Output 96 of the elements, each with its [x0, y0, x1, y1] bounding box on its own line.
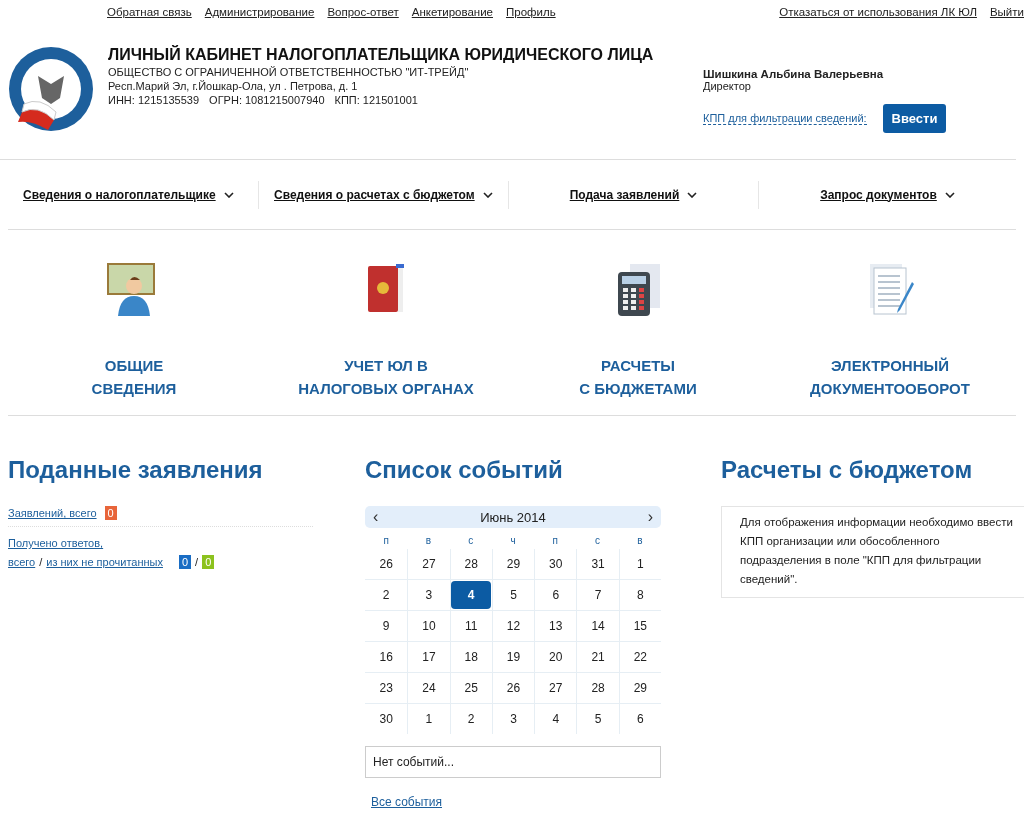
company-name: ОБЩЕСТВО С ОГРАНИЧЕННОЙ ОТВЕТСТВЕННОСТЬЮ "ИТ-ТРЕЙД": [108, 66, 470, 78]
company-id: ОГРН: 1081215007940: [209, 94, 325, 106]
calendar-day[interactable]: 6: [552, 588, 560, 602]
section-link[interactable]: РАСЧЕТЫ С БЮДЖЕТАМИ: [512, 230, 764, 415]
calendar-month: Июнь 2014: [480, 509, 546, 525]
calendar-day[interactable]: 12: [506, 619, 521, 633]
info-message: Для отображения информации необходимо ввести КПП организации или обособленного подразделения в поле "КПП для фильтрации сведений".: [739, 515, 1014, 587]
chevron-down-icon: [482, 191, 493, 198]
calendar-day[interactable]: 31: [591, 557, 605, 571]
top-link[interactable]: Профиль: [506, 6, 556, 28]
calendar-day[interactable]: 17: [422, 650, 436, 664]
calendar-day[interactable]: 15: [633, 619, 647, 633]
weekday-label: п: [382, 534, 390, 548]
section-heading: Список событий: [365, 456, 564, 484]
kpp-filter-link[interactable]: КПП для фильтрации сведений:: [703, 112, 867, 125]
user-role: Директор: [703, 80, 752, 92]
weekday-label: п: [551, 534, 559, 548]
answers-total-link[interactable]: всего: [8, 556, 36, 568]
answers-link[interactable]: Получено ответов,: [8, 537, 104, 549]
calendar-day[interactable]: 27: [549, 681, 563, 695]
applications-total-link[interactable]: Заявлений, всего: [8, 507, 97, 519]
calendar-day[interactable]: 30: [549, 557, 563, 571]
weekday-label: ч: [509, 534, 517, 548]
calendar-day[interactable]: 8: [637, 588, 644, 602]
top-link[interactable]: Отказаться от использования ЛК ЮЛ: [779, 6, 977, 28]
calendar-day[interactable]: 5: [510, 588, 517, 602]
enter-button[interactable]: Ввести: [882, 104, 947, 133]
company-address: Респ.Марий Эл, г.Йошкар-Ола, ул . Петрова, д. 1: [108, 80, 359, 92]
calendar-day[interactable]: 9: [382, 619, 390, 633]
calendar-day[interactable]: 10: [422, 619, 436, 633]
calendar-day[interactable]: 3: [425, 588, 433, 602]
calendar-day[interactable]: 5: [594, 712, 602, 726]
calendar-day[interactable]: 11: [464, 619, 478, 633]
weekday-label: в: [636, 534, 644, 548]
count-badge: 0: [104, 506, 117, 520]
calendar-day[interactable]: 26: [379, 557, 393, 571]
top-link[interactable]: Анкетирование: [411, 6, 493, 28]
nav-menu-item[interactable]: Подача заявлений: [508, 180, 758, 209]
top-link[interactable]: Администрирование: [204, 6, 315, 28]
calendar-day[interactable]: 1: [425, 712, 433, 726]
separator-slash: /: [195, 556, 199, 568]
company-id: КПП: 121501001: [334, 94, 418, 106]
calendar-day[interactable]: 4: [552, 712, 560, 726]
calendar-day[interactable]: 7: [594, 588, 602, 602]
count-badge: 0: [202, 555, 215, 569]
calendar-day[interactable]: 26: [506, 681, 521, 695]
calendar-day[interactable]: 29: [506, 557, 521, 571]
calendar-day[interactable]: 4: [451, 581, 492, 609]
calendar-day[interactable]: 20: [549, 650, 563, 664]
calendar-day[interactable]: 25: [464, 681, 478, 695]
calendar-day[interactable]: 3: [510, 712, 517, 726]
calendar-day[interactable]: 24: [422, 681, 436, 695]
calendar-day[interactable]: 30: [379, 712, 393, 726]
weekday-label: с: [467, 534, 475, 548]
nav-menu-item[interactable]: Сведения о налогоплательщике: [8, 180, 258, 209]
calendar-day[interactable]: 6: [637, 712, 644, 726]
weekday-label: с: [594, 534, 602, 548]
nav-menu-item[interactable]: Сведения о расчетах с бюджетом: [258, 180, 508, 209]
section-link[interactable]: ЭЛЕКТРОННЫЙ ДОКУМЕНТООБОРОТ: [764, 230, 1016, 415]
previous-month-button[interactable]: ‹: [371, 509, 381, 525]
next-month-button[interactable]: ›: [645, 509, 655, 525]
separator-slash: /: [39, 556, 43, 568]
calendar-day[interactable]: 14: [591, 619, 605, 633]
unread-answers-link[interactable]: из них не прочитанных: [46, 556, 163, 568]
nav-menu-item[interactable]: Запрос документов: [758, 180, 1016, 209]
calendar-day[interactable]: 23: [379, 681, 393, 695]
user-name: Шишкина Альбина Валерьевна: [703, 68, 885, 80]
chevron-down-icon: [687, 191, 698, 198]
calendar-day[interactable]: 27: [422, 557, 436, 571]
top-link[interactable]: Обратная связь: [107, 6, 192, 28]
calendar-day[interactable]: 2: [382, 588, 390, 602]
calendar-day[interactable]: 19: [506, 650, 521, 664]
calendar-day[interactable]: 13: [549, 619, 563, 633]
calendar-day[interactable]: 1: [637, 557, 644, 571]
calendar-day[interactable]: 28: [591, 681, 605, 695]
calendar-day[interactable]: 2: [467, 712, 475, 726]
count-badge: 0: [179, 555, 192, 569]
calendar-day[interactable]: 29: [633, 681, 647, 695]
company-id: ИНН: 1215135539: [108, 94, 200, 106]
section-link[interactable]: ОБЩИЕ СВЕДЕНИЯ: [8, 230, 260, 415]
section-heading: Расчеты с бюджетом: [721, 456, 974, 484]
chevron-down-icon: [944, 191, 955, 198]
section-heading: Поданные заявления: [8, 456, 264, 484]
calendar-day[interactable]: 28: [464, 557, 478, 571]
chevron-down-icon: [223, 191, 234, 198]
top-link[interactable]: Вопрос-ответ: [327, 6, 399, 28]
calendar-day[interactable]: 16: [379, 650, 393, 664]
calendar-day[interactable]: 21: [591, 650, 605, 664]
weekday-label: в: [424, 534, 433, 548]
all-events-link[interactable]: Все события: [371, 795, 442, 809]
top-link[interactable]: Выйти: [989, 6, 1024, 28]
events-box: Нет событий...: [365, 746, 661, 778]
cabinet-title: ЛИЧНЫЙ КАБИНЕТ НАЛОГОПЛАТЕЛЬЩИКА ЮРИДИЧЕСКОГО ЛИЦА: [108, 46, 655, 64]
section-link[interactable]: УЧЕТ ЮЛ В НАЛОГОВЫХ ОРГАНАХ: [260, 230, 512, 415]
calendar-day[interactable]: 22: [633, 650, 647, 664]
calendar-day[interactable]: 18: [464, 650, 478, 664]
